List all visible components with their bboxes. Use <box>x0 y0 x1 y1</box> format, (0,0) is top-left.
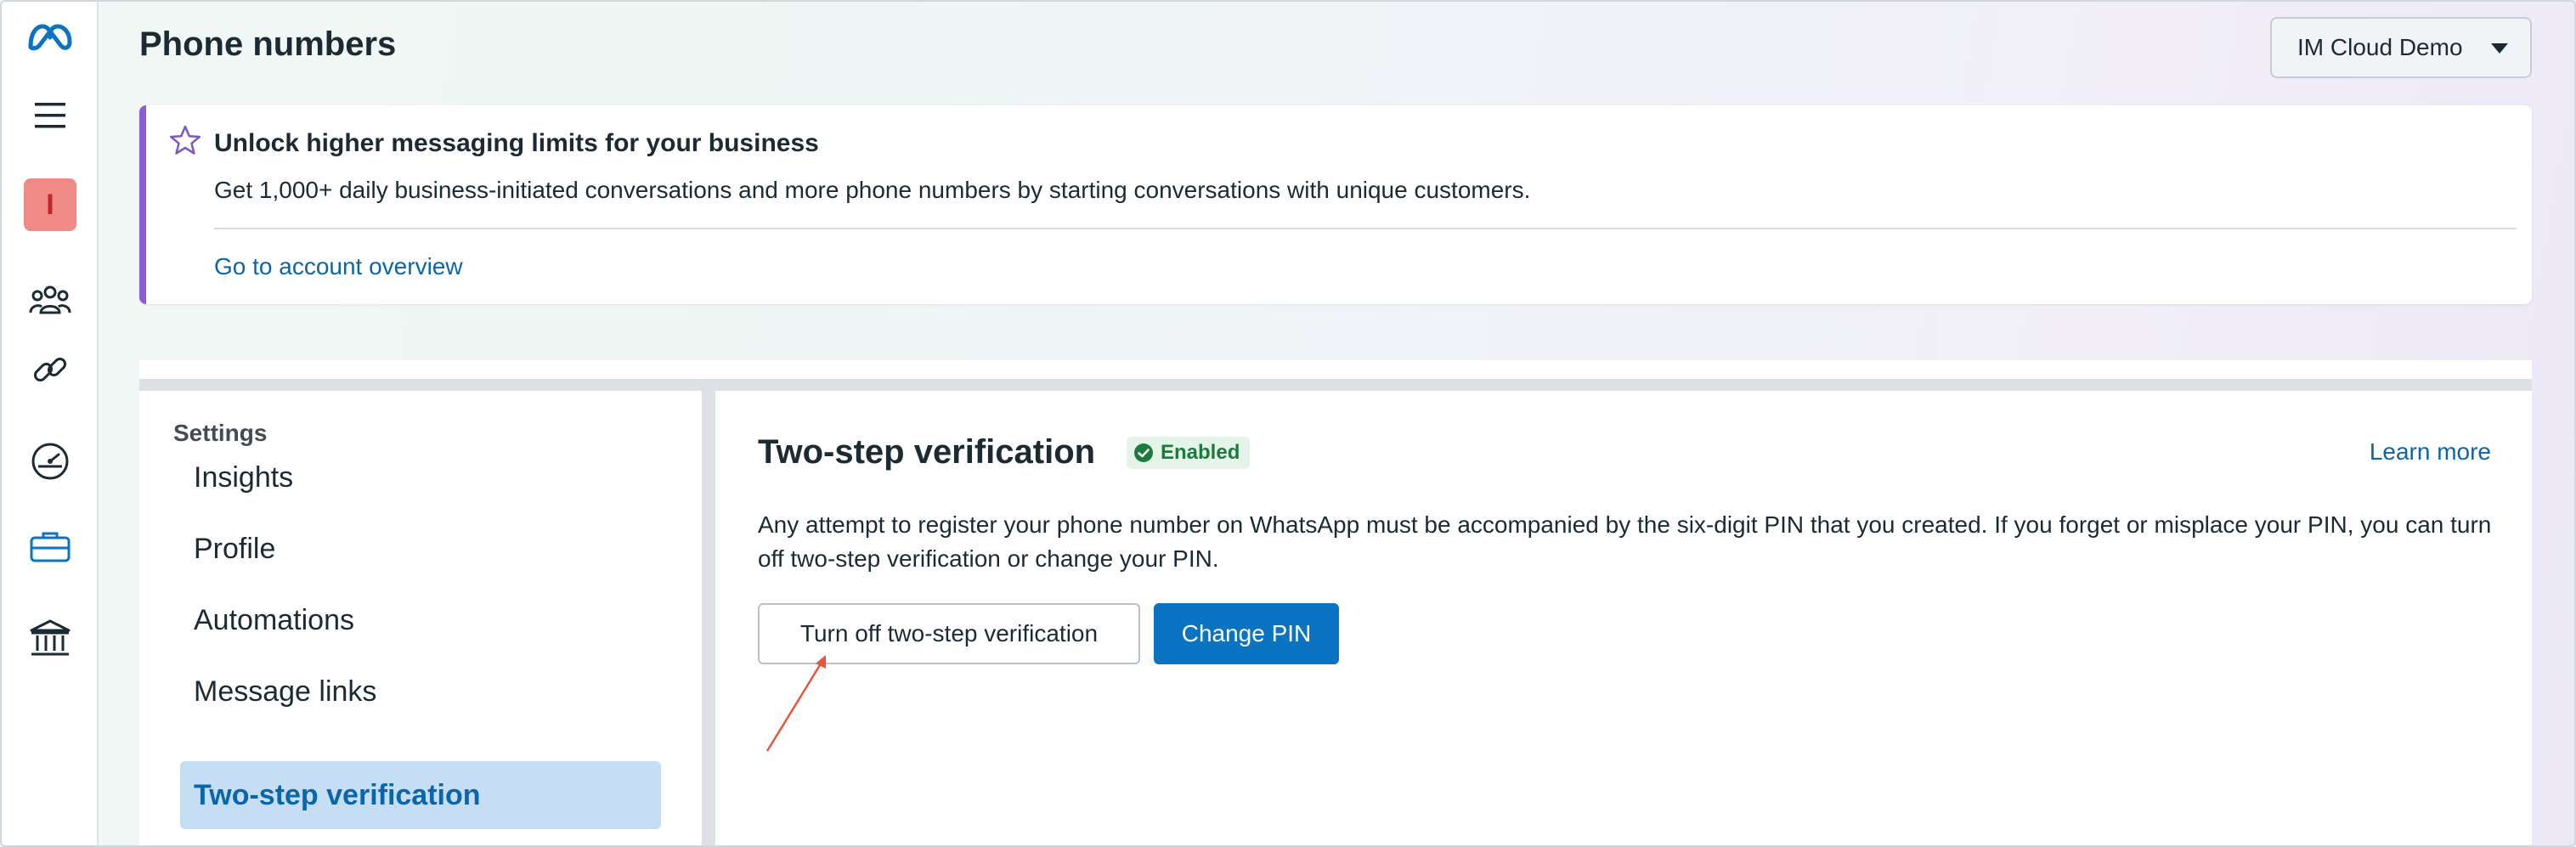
banner-title: Unlock higher messaging limits for your … <box>214 129 819 157</box>
bank-icon[interactable] <box>2 617 99 659</box>
meta-logo-icon[interactable] <box>2 19 99 56</box>
settings-item-insights[interactable]: Insights <box>180 443 661 511</box>
card-top-strip <box>139 360 2532 379</box>
settings-panel: Settings Insights Profile Automations Me… <box>139 391 702 845</box>
settings-item-two-step-verification[interactable]: Two-step verification <box>180 761 661 829</box>
account-overview-link[interactable]: Go to account overview <box>214 253 463 280</box>
account-select[interactable]: IM Cloud Demo <box>2270 17 2532 78</box>
dashboard-gauge-icon[interactable] <box>2 440 99 483</box>
description-text: Any attempt to register your phone numbe… <box>758 511 2492 572</box>
people-icon[interactable] <box>2 280 99 318</box>
card-separator <box>139 379 2532 391</box>
turn-off-two-step-button[interactable]: Turn off two-step verification <box>758 603 1140 664</box>
settings-item-automations[interactable]: Automations <box>180 586 661 654</box>
panel-divider <box>702 391 715 845</box>
menu-icon[interactable] <box>2 97 99 134</box>
banner-divider <box>214 228 2517 229</box>
status-badge-label: Enabled <box>1161 441 1240 464</box>
avatar-tile[interactable]: I <box>2 178 99 231</box>
briefcase-icon[interactable] <box>2 527 99 566</box>
caret-down-icon <box>2491 43 2508 54</box>
sidebar-rail: I <box>2 2 99 845</box>
page-title: Phone numbers <box>139 25 397 63</box>
star-icon <box>169 125 201 155</box>
account-select-label: IM Cloud Demo <box>2297 34 2463 60</box>
change-pin-button[interactable]: Change PIN <box>1154 603 1339 664</box>
status-badge: Enabled <box>1127 437 1251 469</box>
avatar-letter: I <box>24 178 76 231</box>
learn-more-link[interactable]: Learn more <box>2370 438 2491 466</box>
check-circle-icon <box>1134 443 1153 462</box>
link-icon[interactable] <box>2 348 99 391</box>
messaging-limits-banner: Unlock higher messaging limits for your … <box>139 105 2532 304</box>
banner-body: Get 1,000+ daily business-initiated conv… <box>214 177 1531 203</box>
settings-item-profile[interactable]: Profile <box>180 515 661 583</box>
section-title: Two-step verification <box>758 433 1096 471</box>
settings-item-message-links[interactable]: Message links <box>180 658 661 726</box>
two-step-verification-panel: Two-step verification Enabled Learn more… <box>715 391 2532 845</box>
